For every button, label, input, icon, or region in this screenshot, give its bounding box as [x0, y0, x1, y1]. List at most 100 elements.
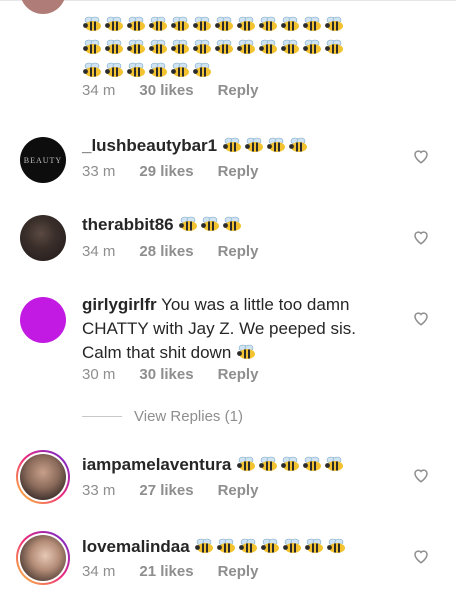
like-count[interactable]: 30 likes [139, 366, 193, 383]
bee-icon [149, 62, 167, 77]
comment-meta: 34 m 21 likes Reply [82, 563, 258, 580]
bee-icon [127, 16, 145, 31]
comment-meta: 33 m 27 likes Reply [82, 482, 258, 499]
like-count[interactable]: 27 likes [139, 482, 193, 499]
bee-icon [127, 62, 145, 77]
comment-time: 30 m [82, 366, 116, 383]
bee-icon [325, 39, 343, 54]
bee-icon [281, 39, 299, 54]
like-count[interactable]: 21 likes [139, 563, 193, 580]
bee-icon [193, 39, 211, 54]
reply-button[interactable]: Reply [218, 163, 259, 180]
comment-username[interactable]: lovemalindaa [82, 537, 190, 556]
bee-icon [237, 39, 255, 54]
comment-meta: 34 m 28 likes Reply [82, 243, 258, 260]
bee-icon [236, 456, 255, 471]
avatar[interactable] [20, 297, 66, 343]
bee-icon [149, 16, 167, 31]
bee-icon [258, 456, 277, 471]
bee-icon [237, 16, 255, 31]
bee-emoji-group [82, 16, 346, 80]
bee-icon [193, 62, 211, 77]
like-count[interactable]: 30 likes [139, 82, 193, 99]
bee-icon [305, 538, 324, 553]
bee-icon [171, 39, 189, 54]
comment-text [82, 14, 366, 83]
comment-text: iampamelaventura [82, 453, 396, 477]
bee-emoji-group [236, 344, 258, 362]
bee-icon [201, 216, 220, 231]
bee-icon [215, 16, 233, 31]
bee-icon [223, 216, 242, 231]
comment-text: girlygirlfr You was a little too damn CH… [82, 293, 376, 365]
comment-time: 33 m [82, 163, 116, 180]
bee-icon [283, 538, 302, 553]
bee-icon [259, 39, 277, 54]
avatar-with-story-ring[interactable] [16, 450, 70, 504]
like-count[interactable]: 29 likes [139, 163, 193, 180]
bee-icon [215, 39, 233, 54]
bee-emoji-group [194, 538, 348, 556]
bee-icon [105, 16, 123, 31]
comment-meta: 34 m 30 likes Reply [82, 82, 258, 99]
comment-username[interactable]: _lushbeautybar1 [82, 136, 217, 155]
comment-time: 34 m [82, 243, 116, 260]
reply-button[interactable]: Reply [218, 366, 259, 383]
bee-emoji-group [236, 456, 346, 474]
heart-icon[interactable] [412, 466, 430, 484]
bee-emoji-group [178, 216, 244, 234]
reply-button[interactable]: Reply [218, 82, 259, 99]
comment-username[interactable]: therabbit86 [82, 215, 174, 234]
like-count[interactable]: 28 likes [139, 243, 193, 260]
bee-icon [303, 16, 321, 31]
comment-time: 33 m [82, 482, 116, 499]
avatar[interactable] [20, 215, 66, 261]
bee-icon [195, 538, 214, 553]
comment-time: 34 m [82, 82, 116, 99]
bee-icon [261, 538, 280, 553]
bee-icon [288, 137, 307, 152]
bee-icon [149, 39, 167, 54]
bee-icon [83, 39, 101, 54]
bee-icon [179, 216, 198, 231]
comment-time: 34 m [82, 563, 116, 580]
bee-icon [83, 62, 101, 77]
bee-icon [171, 62, 189, 77]
comment-text: _lushbeautybar1 [82, 134, 396, 158]
bee-icon [327, 538, 346, 553]
avatar[interactable]: BEAUTY [20, 137, 66, 183]
bee-icon [325, 16, 343, 31]
comment-username[interactable]: iampamelaventura [82, 455, 231, 474]
view-replies-button[interactable]: View Replies (1) [82, 408, 243, 425]
bee-icon [280, 456, 299, 471]
bee-icon [302, 456, 321, 471]
reply-button[interactable]: Reply [218, 482, 259, 499]
bee-icon [217, 538, 236, 553]
reply-button[interactable]: Reply [218, 563, 259, 580]
avatar-with-story-ring[interactable] [16, 531, 70, 585]
heart-icon[interactable] [412, 228, 430, 246]
bee-emoji-group [222, 137, 310, 155]
heart-icon[interactable] [412, 547, 430, 565]
bee-icon [236, 344, 255, 359]
bee-icon [193, 16, 211, 31]
comment-meta: 33 m 29 likes Reply [82, 163, 258, 180]
bee-icon [239, 538, 258, 553]
bee-icon [105, 62, 123, 77]
heart-icon[interactable] [412, 147, 430, 165]
bee-icon [222, 137, 241, 152]
bee-icon [281, 16, 299, 31]
bee-icon [266, 137, 285, 152]
reply-button[interactable]: Reply [218, 243, 259, 260]
top-divider [0, 0, 456, 1]
bee-icon [171, 16, 189, 31]
comment-meta: 30 m 30 likes Reply [82, 366, 258, 383]
comment-text: therabbit86 [82, 213, 396, 237]
bee-icon [244, 137, 263, 152]
heart-icon[interactable] [412, 309, 430, 327]
bee-icon [105, 39, 123, 54]
avatar[interactable] [20, 0, 66, 14]
bee-icon [83, 16, 101, 31]
beauty-logo-icon: BEAUTY [23, 155, 63, 165]
comment-username[interactable]: girlygirlfr [82, 295, 157, 314]
